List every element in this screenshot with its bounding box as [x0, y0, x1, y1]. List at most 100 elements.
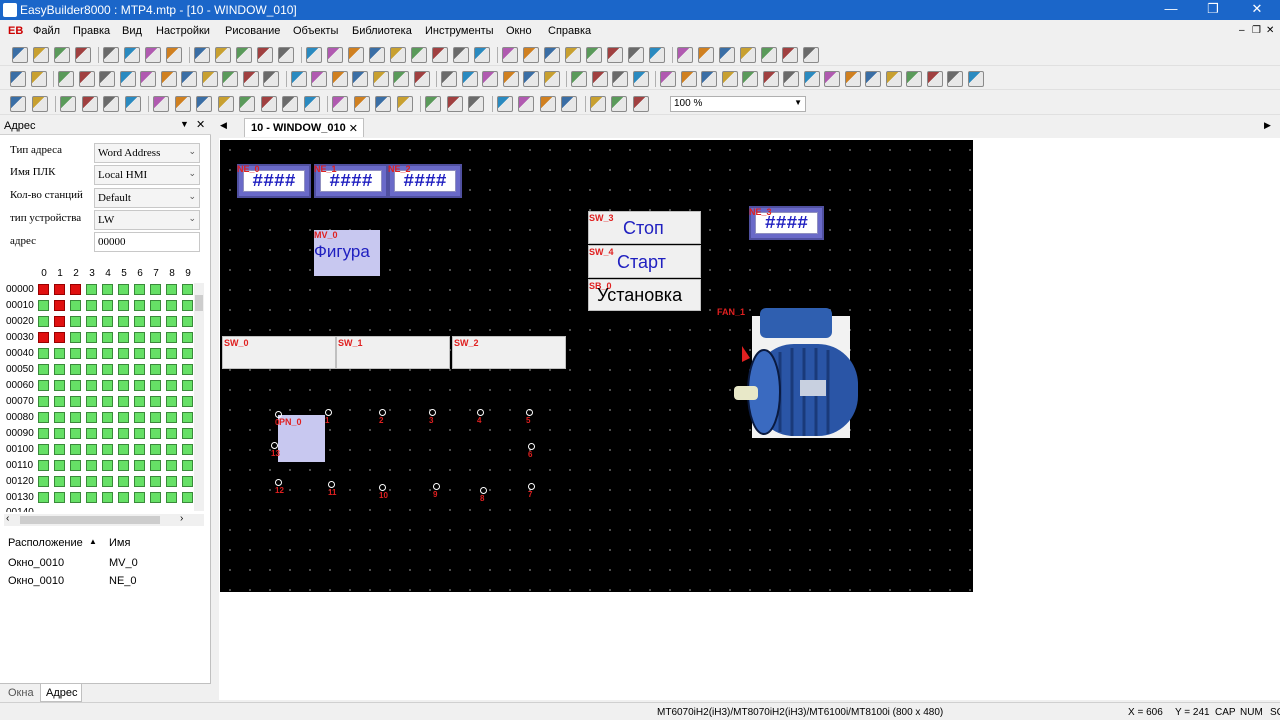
address-bit-cell[interactable] [102, 396, 113, 407]
address-bit-cell[interactable] [54, 460, 65, 471]
address-bit-cell[interactable] [118, 380, 129, 391]
hmi-window-canvas[interactable]: #### NE_0 #### NE_1 #### NE_2 #### NE_3 … [220, 140, 973, 592]
polygon-point[interactable] [528, 483, 535, 490]
address-bit-cell[interactable] [38, 460, 49, 471]
switch-sw2[interactable]: SW_2 [452, 336, 566, 369]
toolbar-tool-icon[interactable] [762, 71, 779, 87]
toolbar-tool-icon[interactable] [496, 96, 513, 112]
address-bit-cell[interactable] [70, 492, 81, 503]
address-bit-cell[interactable] [102, 460, 113, 471]
polygon-point[interactable] [379, 484, 386, 491]
address-bit-cell[interactable] [38, 300, 49, 311]
address-bit-cell[interactable] [118, 492, 129, 503]
address-bit-cell[interactable] [70, 300, 81, 311]
toolbar-tool-icon[interactable] [332, 96, 348, 112]
address-bit-cell[interactable] [54, 492, 65, 503]
address-bit-cell[interactable] [38, 428, 49, 439]
address-bit-cell[interactable] [166, 444, 177, 455]
address-bit-cell[interactable] [182, 396, 193, 407]
toolbar-tool-icon[interactable] [372, 71, 389, 87]
menu-help[interactable]: Справка [548, 25, 591, 37]
address-bit-cell[interactable] [182, 284, 193, 295]
toolbar-tool-icon[interactable] [523, 47, 539, 63]
address-bit-cell[interactable] [102, 300, 113, 311]
address-bit-cell[interactable] [70, 396, 81, 407]
toolbar-tool-icon[interactable] [375, 96, 391, 112]
address-bit-cell[interactable] [166, 460, 177, 471]
toolbar-tool-icon[interactable] [166, 47, 182, 63]
toolbar-tool-icon[interactable] [947, 71, 963, 87]
toolbar-tool-icon[interactable] [607, 47, 623, 63]
address-bit-cell[interactable] [70, 476, 81, 487]
address-bit-cell[interactable] [150, 348, 161, 359]
toolbar-tool-icon[interactable] [544, 47, 560, 63]
toolbar-tool-icon[interactable] [10, 96, 26, 112]
toolbar-tool-icon[interactable] [124, 96, 141, 112]
toolbar-tool-icon[interactable] [60, 96, 76, 112]
toolbar-tool-icon[interactable] [303, 96, 320, 112]
toolbar-tool-icon[interactable] [446, 96, 463, 112]
address-bit-cell[interactable] [54, 412, 65, 423]
address-bit-cell[interactable] [182, 364, 193, 375]
toolbar-tool-icon[interactable] [482, 71, 498, 87]
address-bit-cell[interactable] [134, 460, 145, 471]
toolbar-tool-icon[interactable] [680, 71, 697, 87]
address-bit-cell[interactable] [118, 476, 129, 487]
address-bit-cell[interactable] [70, 284, 81, 295]
address-bit-cell[interactable] [86, 332, 97, 343]
address-bit-cell[interactable] [102, 316, 113, 327]
address-bit-cell[interactable] [118, 284, 129, 295]
toolbar-tool-icon[interactable] [327, 47, 343, 63]
toolbar-tool-icon[interactable] [844, 71, 861, 87]
address-bit-cell[interactable] [166, 476, 177, 487]
toolbar-tool-icon[interactable] [865, 71, 881, 87]
address-type-select[interactable]: Word Address ⌄ [94, 143, 200, 163]
address-bit-cell[interactable] [86, 396, 97, 407]
menu-settings[interactable]: Настройки [156, 25, 210, 37]
address-bit-cell[interactable] [54, 284, 65, 295]
toolbar-tool-icon[interactable] [719, 47, 735, 63]
toolbar-tool-icon[interactable] [331, 71, 348, 87]
address-bit-cell[interactable] [150, 364, 161, 375]
address-bit-cell[interactable] [102, 380, 113, 391]
toolbar-tool-icon[interactable] [12, 47, 28, 63]
address-bit-cell[interactable] [166, 284, 177, 295]
toolbar-tool-icon[interactable] [54, 47, 70, 63]
address-bit-cell[interactable] [118, 396, 129, 407]
toolbar-tool-icon[interactable] [885, 71, 902, 87]
toolbar-tool-icon[interactable] [474, 47, 490, 63]
address-bit-cell[interactable] [102, 412, 113, 423]
toolbar-tool-icon[interactable] [612, 71, 628, 87]
address-bit-cell[interactable] [86, 316, 97, 327]
toolbar-tool-icon[interactable] [194, 47, 210, 63]
address-bit-cell[interactable] [166, 380, 177, 391]
address-bit-cell[interactable] [102, 444, 113, 455]
address-bit-cell[interactable] [70, 460, 81, 471]
toolbar-tool-icon[interactable] [257, 47, 273, 63]
motor-image[interactable] [730, 304, 860, 446]
address-bit-cell[interactable] [118, 316, 129, 327]
address-bit-cell[interactable] [86, 476, 97, 487]
address-bit-cell[interactable] [102, 364, 113, 375]
toolbar-tool-icon[interactable] [282, 96, 298, 112]
address-bit-cell[interactable] [70, 316, 81, 327]
address-bit-cell[interactable] [38, 396, 49, 407]
address-bit-cell[interactable] [118, 444, 129, 455]
toolbar-tool-icon[interactable] [468, 96, 484, 112]
address-bit-cell[interactable] [86, 428, 97, 439]
address-bit-cell[interactable] [86, 492, 97, 503]
toolbar-tool-icon[interactable] [390, 47, 406, 63]
address-bit-cell[interactable] [86, 380, 97, 391]
toolbar-tool-icon[interactable] [348, 47, 364, 63]
grid-vertical-scrollbar[interactable] [194, 283, 204, 511]
toolbar-tool-icon[interactable] [196, 96, 212, 112]
address-bit-cell[interactable] [182, 412, 193, 423]
address-bit-cell[interactable] [134, 380, 145, 391]
toolbar-tool-icon[interactable] [698, 47, 714, 63]
address-bit-cell[interactable] [134, 396, 145, 407]
address-bit-cell[interactable] [70, 412, 81, 423]
toolbar-tool-icon[interactable] [396, 96, 413, 112]
address-bit-cell[interactable] [150, 300, 161, 311]
toolbar-tool-icon[interactable] [242, 71, 259, 87]
toolbar-tool-icon[interactable] [591, 71, 608, 87]
